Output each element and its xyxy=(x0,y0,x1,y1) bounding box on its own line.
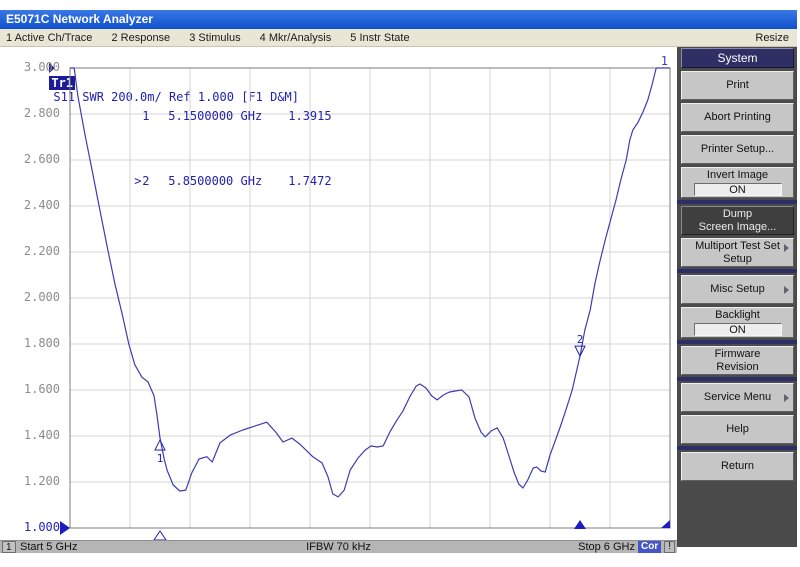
button-label: Service Menu xyxy=(704,391,771,404)
y-axis-tick-label: 2.600 xyxy=(0,152,60,166)
y-axis-tick-label: 3.000 xyxy=(0,60,60,74)
y-axis-tick-label: 1.800 xyxy=(0,336,60,350)
sidebar-button-dump-screen-image[interactable]: Dump Screen Image... xyxy=(681,206,794,235)
y-axis-tick-label: 2.400 xyxy=(0,198,60,212)
ifbw-readout: IFBW 70 kHz xyxy=(306,541,371,553)
sidebar-button-misc-setup[interactable]: Misc Setup xyxy=(681,275,794,304)
y-axis-tick-label: 2.800 xyxy=(0,106,60,120)
sidebar-button-return[interactable]: Return xyxy=(681,452,794,481)
marker1-readout-row: 1 5.1500000 GHz1.3915 xyxy=(62,97,332,136)
marker2-value: 1.7472 xyxy=(288,175,331,188)
softkey-menu: System Print Abort Printing Printer Setu… xyxy=(677,47,797,547)
marker1-number: 1 xyxy=(142,110,154,123)
marker-readout: 1 5.1500000 GHz1.3915 >2 5.8500000 GHz1.74… xyxy=(62,71,332,227)
title-bar[interactable]: E5071C Network Analyzer xyxy=(0,10,797,29)
sidebar-button-service-menu[interactable]: Service Menu xyxy=(681,383,794,412)
button-label-line1: Dump xyxy=(723,208,752,221)
sidebar-button-multiport-test-set-setup[interactable]: Multiport Test Set Setup xyxy=(681,238,794,267)
svg-text:1: 1 xyxy=(157,452,164,465)
menu-mkr-analysis[interactable]: 4 Mkr/Analysis xyxy=(260,32,332,44)
sidebar-button-print[interactable]: Print xyxy=(681,71,794,100)
y-axis-labels: 3.0002.8002.6002.4002.2002.0001.8001.600… xyxy=(0,68,64,538)
menu-active-ch-trace[interactable]: 1 Active Ch/Trace xyxy=(6,32,92,44)
submenu-arrow-icon xyxy=(784,394,789,402)
sidebar-button-printer-setup[interactable]: Printer Setup... xyxy=(681,135,794,164)
softkey-group-separator xyxy=(677,269,797,273)
button-label-line2: Screen Image... xyxy=(699,221,777,234)
y-axis-tick-label: 1.600 xyxy=(0,382,60,396)
sidebar-button-invert-image[interactable]: Invert Image ON xyxy=(681,167,794,198)
y-axis-tick-label: 2.200 xyxy=(0,244,60,258)
button-label: Backlight xyxy=(715,309,760,322)
softkey-group-separator xyxy=(677,200,797,204)
button-label-line1: Firmware xyxy=(715,348,761,361)
channel-number: 1 xyxy=(2,541,16,553)
sidebar-button-help[interactable]: Help xyxy=(681,415,794,444)
menu-resize[interactable]: Resize xyxy=(755,29,789,47)
submenu-arrow-icon xyxy=(784,286,789,294)
softkey-group-separator xyxy=(677,340,797,344)
marker2-prefix: > xyxy=(134,175,142,188)
start-frequency: Start 5 GHz xyxy=(20,541,77,553)
sidebar-button-system[interactable]: System xyxy=(681,48,794,68)
toggle-state: ON xyxy=(694,183,782,196)
marker1-frequency: 5.1500000 GHz xyxy=(168,110,286,123)
softkey-group-separator xyxy=(677,446,797,450)
warning-indicator[interactable]: ! xyxy=(664,541,675,553)
sidebar-button-abort-printing[interactable]: Abort Printing xyxy=(681,103,794,132)
y-axis-tick-label: 1.400 xyxy=(0,428,60,442)
sidebar-button-backlight[interactable]: Backlight ON xyxy=(681,307,794,338)
marker2-number: 2 xyxy=(142,175,154,188)
svg-text:1: 1 xyxy=(661,54,668,68)
menu-instr-state[interactable]: 5 Instr State xyxy=(350,32,409,44)
menu-response[interactable]: 2 Response xyxy=(111,32,170,44)
submenu-arrow-icon xyxy=(784,244,789,252)
button-label-line1: Multiport Test Set xyxy=(695,240,780,253)
button-label: Misc Setup xyxy=(710,283,764,296)
softkey-group-separator xyxy=(677,377,797,381)
plot-area[interactable]: 112 15.1500000 GHz1.3915 >25.8500000 GHz… xyxy=(70,68,670,528)
window-title: E5071C Network Analyzer xyxy=(6,12,153,26)
analyzer-screen: E5071C Network Analyzer 1 Active Ch/Trac… xyxy=(0,0,800,567)
toggle-state: ON xyxy=(694,323,782,336)
menu-stimulus[interactable]: 3 Stimulus xyxy=(189,32,240,44)
marker1-value: 1.3915 xyxy=(288,110,331,123)
y-axis-tick-label: 1.200 xyxy=(0,474,60,488)
sidebar-button-firmware-revision[interactable]: Firmware Revision xyxy=(681,346,794,375)
marker1-prefix xyxy=(134,110,142,123)
status-bar: 1 Start 5 GHz IFBW 70 kHz Stop 6 GHz Cor… xyxy=(0,540,677,553)
stop-frequency: Stop 6 GHz xyxy=(578,541,635,553)
button-label: Invert Image xyxy=(707,169,768,182)
marker2-frequency: 5.8500000 GHz xyxy=(168,175,286,188)
y-axis-tick-label: 2.000 xyxy=(0,290,60,304)
y-axis-tick-label: 1.000 xyxy=(0,520,60,534)
svg-text:2: 2 xyxy=(577,333,584,346)
correction-badge: Cor xyxy=(638,541,661,553)
button-label-line2: Setup xyxy=(723,253,752,266)
menu-bar: 1 Active Ch/Trace 2 Response 3 Stimulus … xyxy=(0,29,797,47)
lcd-display: Tr1 S11 SWR 200.0m/ Ref 1.000 [F1 D&M] 3… xyxy=(0,47,677,540)
marker2-readout-row: >2 5.8500000 GHz1.7472 xyxy=(62,162,332,201)
button-label-line2: Revision xyxy=(716,361,758,374)
